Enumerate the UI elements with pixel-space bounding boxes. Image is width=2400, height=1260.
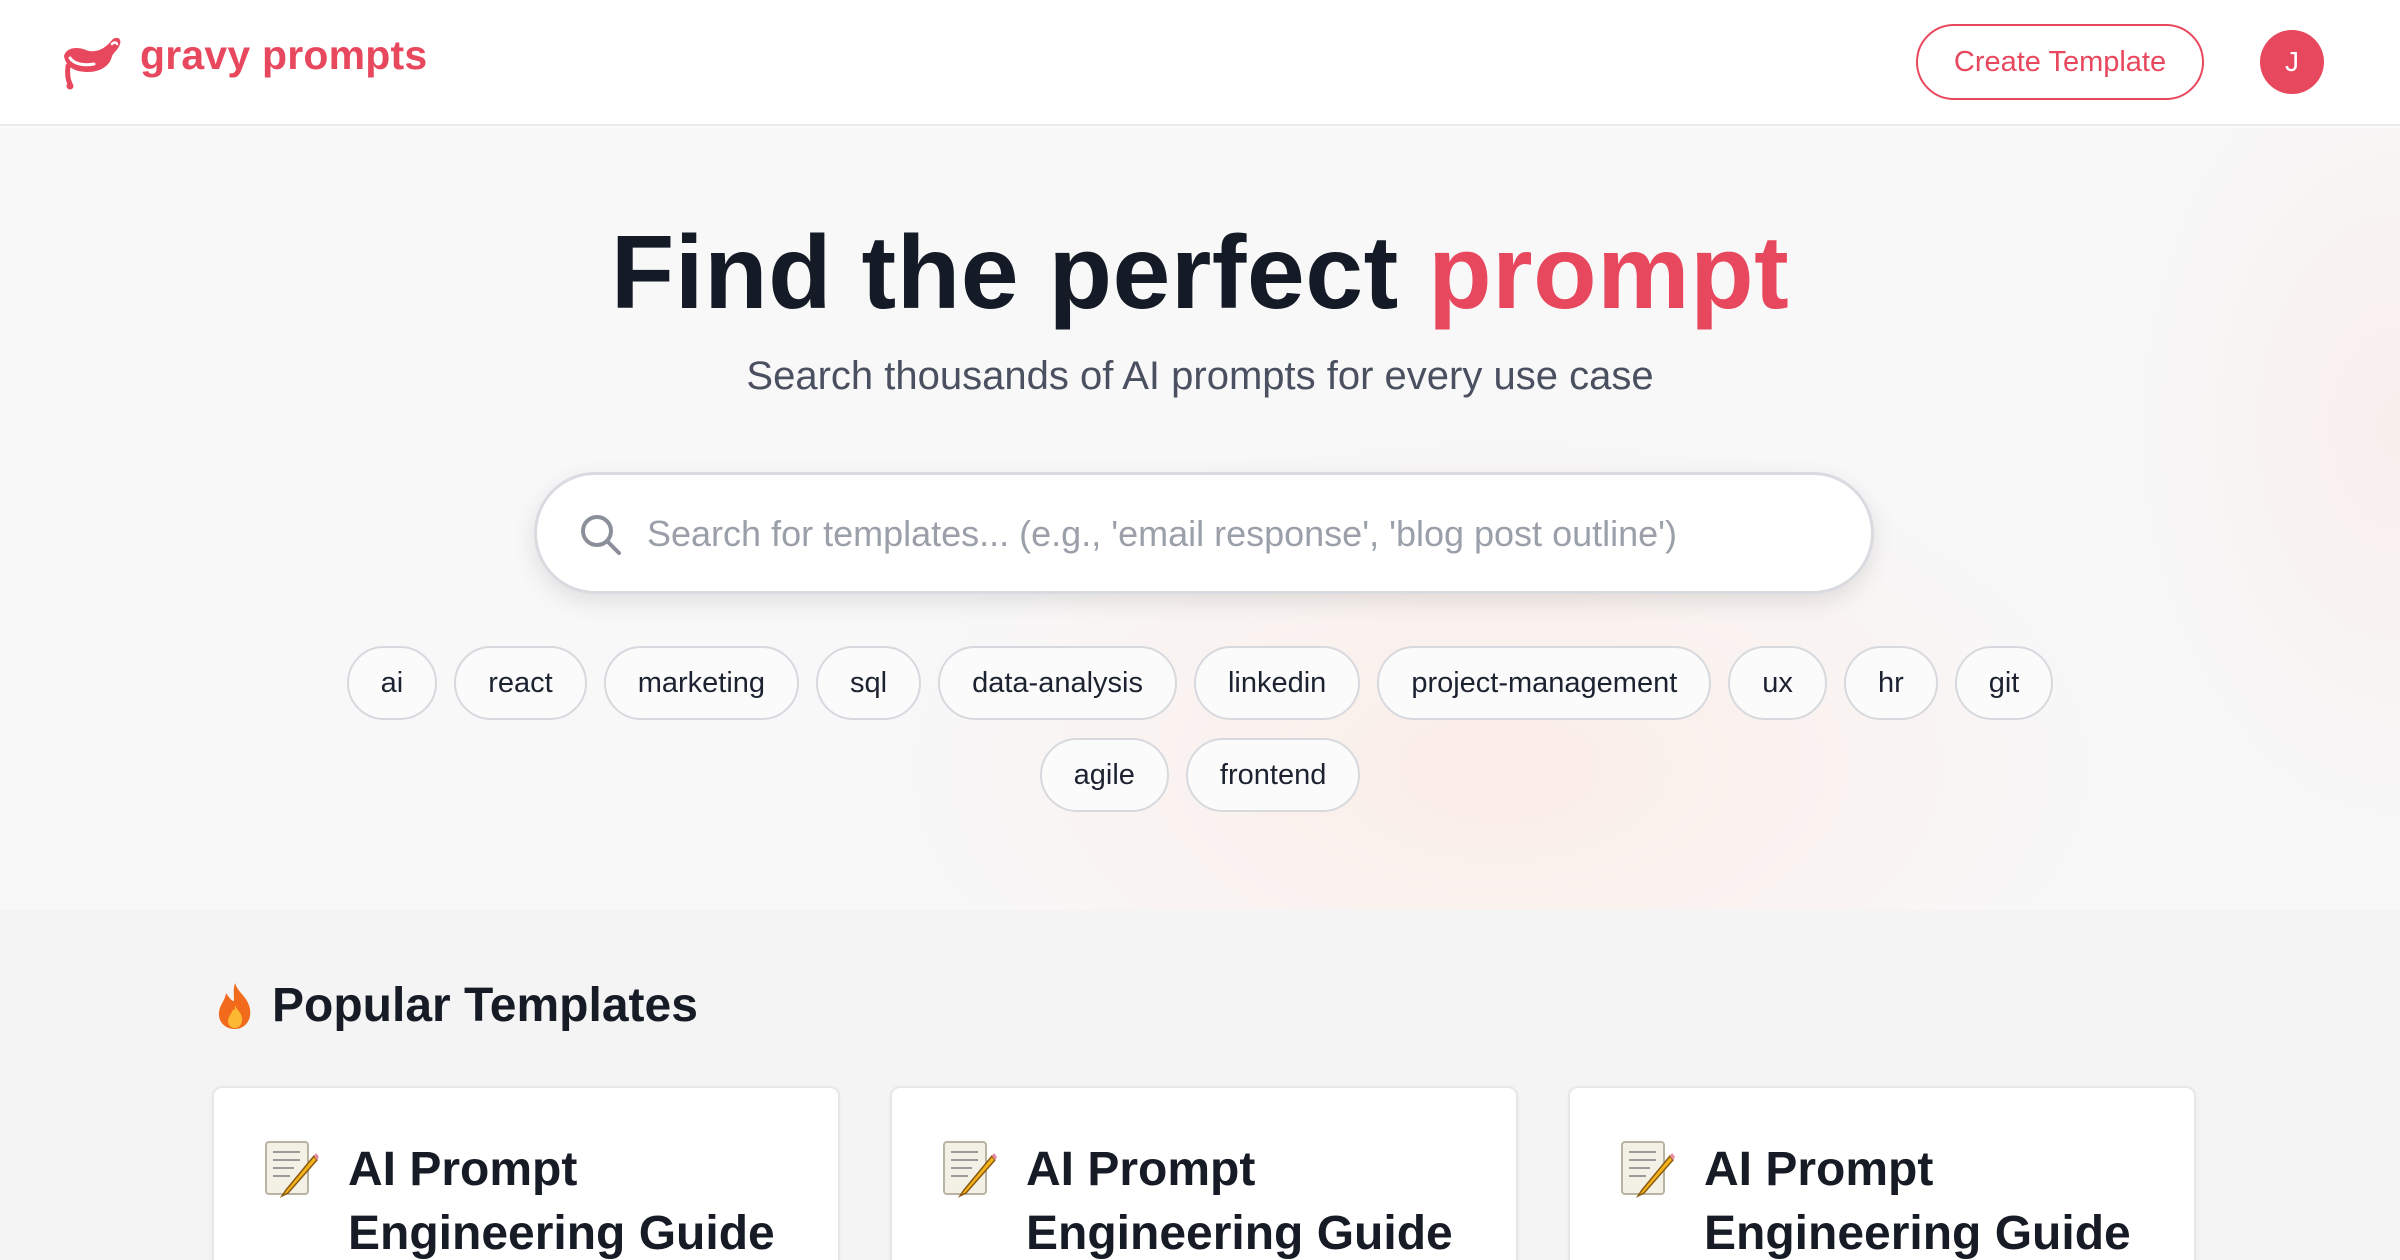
tag-chip[interactable]: react — [454, 646, 587, 720]
fire-icon — [218, 982, 251, 1029]
tag-chip[interactable]: frontend — [1185, 738, 1361, 812]
tag-chip[interactable]: hr — [1843, 646, 1938, 720]
hero-title-accent: prompt — [1428, 215, 1790, 331]
brand-logo[interactable]: gravy prompts — [56, 26, 427, 96]
hero-title-main: Find the perfect — [610, 215, 1429, 331]
tag-chip[interactable]: ux — [1728, 646, 1827, 720]
template-card-title: AI Prompt Engineering Guide — [1704, 1143, 2131, 1260]
template-card[interactable]: AI Prompt Engineering Guide — [890, 1086, 1518, 1260]
create-template-button[interactable]: Create Template — [1916, 24, 2204, 100]
memo-icon — [943, 1141, 997, 1198]
search-bar[interactable] — [534, 472, 1874, 594]
tag-chip[interactable]: linkedin — [1193, 646, 1361, 720]
hero-subtitle: Search thousands of AI prompts for every… — [746, 354, 1654, 398]
popular-title: Popular Templates — [272, 979, 698, 1032]
brand-name: gravy prompts — [140, 31, 428, 78]
user-avatar[interactable]: J — [2260, 30, 2324, 94]
tag-chip[interactable]: ai — [346, 646, 438, 720]
template-card[interactable]: AI Prompt Engineering Guide — [1568, 1086, 2196, 1260]
template-card-title: AI Prompt Engineering Guide — [1026, 1143, 1453, 1260]
tag-chip[interactable]: sql — [816, 646, 922, 720]
tag-chip[interactable]: marketing — [603, 646, 800, 720]
hero-title: Find the perfect prompt — [0, 216, 2400, 330]
popular-heading: Popular Templates — [212, 978, 698, 1033]
template-card-title: AI Prompt Engineering Guide — [348, 1143, 775, 1260]
tag-chip[interactable]: data-analysis — [938, 646, 1177, 720]
hero-section: Find the perfect prompt Search thousands… — [0, 128, 2400, 910]
tag-chip[interactable]: git — [1954, 646, 2054, 720]
tag-list-row-2: agile frontend — [0, 738, 2400, 812]
top-nav: gravy prompts Create Template J — [0, 0, 2400, 126]
memo-icon — [265, 1141, 319, 1198]
gravy-boat-icon — [64, 37, 121, 90]
memo-icon — [1621, 1141, 1675, 1198]
template-card[interactable]: AI Prompt Engineering Guide — [212, 1086, 840, 1260]
search-input[interactable] — [647, 499, 1827, 569]
tag-list-row-1: ai react marketing sql data-analysis linkedin… — [0, 646, 2400, 720]
popular-section: Popular Templates AI Prompt Engineering … — [0, 910, 2400, 1260]
tag-chip[interactable]: project-management — [1377, 646, 1712, 720]
search-icon — [581, 515, 621, 555]
tag-chip[interactable]: agile — [1039, 738, 1169, 812]
